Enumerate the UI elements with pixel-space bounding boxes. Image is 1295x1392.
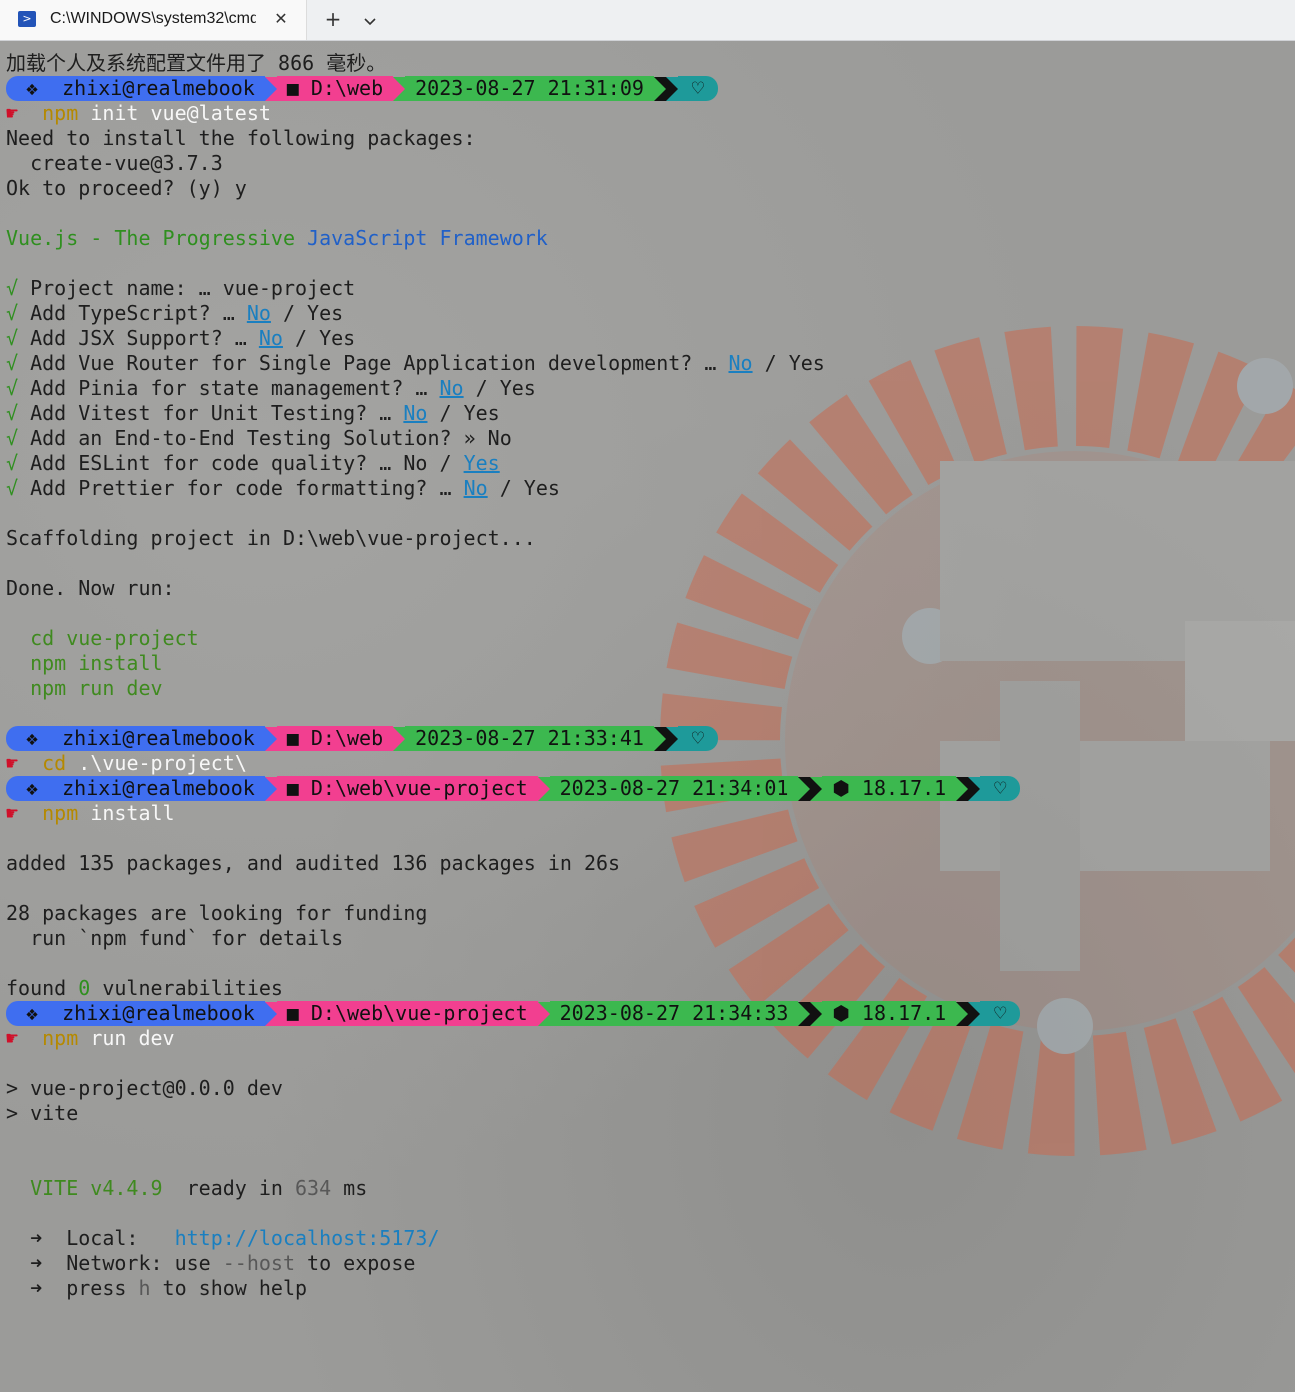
pointer-icon: ☛ [6,751,19,775]
network-line: ➜ Network: use --host to expose [6,1251,416,1275]
output-line: Scaffolding project in D:\web\vue-projec… [6,526,536,550]
prompt-node-segment: ⬢ 18.17.1 [822,1001,957,1026]
vite-ready-line: VITE v4.4.9 ready in 634 ms [6,1176,368,1200]
output-line: Done. Now run: [6,576,175,600]
close-tab-button[interactable]: ✕ [270,8,292,30]
question-line: √ Add JSX Support? … No / Yes [6,326,356,350]
folder-icon: ■ [286,776,311,800]
command-line: ☛ cd .\vue-project\ [6,751,247,775]
prompt-path-segment: ■ D:\web [276,76,394,101]
prompt-node-segment: ⬢ 18.17.1 [822,776,957,801]
local-url-line: ➜ Local: http://localhost:5173/ [6,1226,440,1250]
command-line: ☛ npm install [6,801,175,825]
nodejs-icon: ⬢ [832,1001,862,1025]
heart-icon: ♡ [677,76,718,101]
pointer-icon: ☛ [6,1026,19,1050]
next-step-line: npm run dev [6,676,163,700]
question-line: √ Add Vue Router for Single Page Applica… [6,351,825,375]
help-line: ➜ press h to show help [6,1276,308,1300]
folder-icon: ■ [286,726,311,750]
tab-dropdown-button[interactable] [358,9,382,33]
terminal-pane[interactable]: 加载个人及系统配置文件用了 866 毫秒。 ❖ zhixi@realmebook… [0,41,1295,1392]
vue-banner: Vue.js - The Progressive JavaScript Fram… [6,226,548,250]
folder-icon: ■ [286,76,311,100]
vulnerabilities-line: found 0 vulnerabilities [6,976,283,1000]
prompt-time-segment: 2023-08-27 21:34:33 [549,1001,799,1026]
new-tab-button[interactable]: + [320,8,346,32]
tab-title: C:\WINDOWS\system32\cmd.exe [50,10,256,27]
prompt-4: ❖ zhixi@realmebook ■ D:\web\vue-project … [6,1001,1286,1026]
prompt-time-segment: 2023-08-27 21:31:09 [405,76,654,101]
folder-icon: ■ [286,1001,311,1025]
prompt-user-segment: ❖ zhixi@realmebook [6,726,265,751]
pointer-icon: ☛ [6,101,19,125]
prompt-time-segment: 2023-08-27 21:33:41 [405,726,654,751]
command-line: ☛ npm run dev [6,1026,175,1050]
windows-icon: ❖ [26,76,63,100]
heart-icon: ♡ [980,776,1021,801]
question-line: √ Add Vitest for Unit Testing? … No / Ye… [6,401,500,425]
output-line: > vite [6,1101,79,1125]
prompt-2: ❖ zhixi@realmebook ■ D:\web 2023-08-27 2… [6,726,1286,751]
next-step-line: cd vue-project [6,626,199,650]
pointer-icon: ☛ [6,801,19,825]
nodejs-icon: ⬢ [832,776,862,800]
prompt-path-segment: ■ D:\web\vue-project [276,776,538,801]
terminal-tab[interactable]: > C:\WINDOWS\system32\cmd.exe ✕ [0,0,307,40]
prompt-user-segment: ❖ zhixi@realmebook [6,76,265,101]
next-step-line: npm install [6,651,163,675]
prompt-user-segment: ❖ zhixi@realmebook [6,1001,265,1026]
prompt-user-segment: ❖ zhixi@realmebook [6,776,265,801]
command-line: ☛ npm init vue@latest [6,101,271,125]
output-line: Need to install the following packages: [6,126,476,150]
output-line: 28 packages are looking for funding [6,901,428,925]
local-url-link[interactable]: http://localhost:5173/ [175,1226,440,1250]
question-line: √ Add ESLint for code quality? … No / Ye… [6,451,500,475]
output-line: Ok to proceed? (y) y [6,176,247,200]
question-line: √ Add an End-to-End Testing Solution? » … [6,426,512,450]
output-line: run `npm fund` for details [6,926,344,950]
prompt-path-segment: ■ D:\web [276,726,394,751]
question-line: √ Add Pinia for state management? … No /… [6,376,536,400]
prompt-3: ❖ zhixi@realmebook ■ D:\web\vue-project … [6,776,1286,801]
chevron-down-icon [364,18,376,26]
heart-icon: ♡ [677,726,718,751]
windows-icon: ❖ [26,776,63,800]
load-time-line: 加载个人及系统配置文件用了 866 毫秒。 [6,51,387,75]
output-line: create-vue@3.7.3 [6,151,223,175]
question-line: √ Project name: … vue-project [6,276,356,300]
heart-icon: ♡ [980,1001,1021,1026]
title-bar: > C:\WINDOWS\system32\cmd.exe ✕ + [0,0,1295,41]
prompt-1: ❖ zhixi@realmebook ■ D:\web 2023-08-27 2… [6,76,1286,101]
output-line: added 135 packages, and audited 136 pack… [6,851,621,875]
powershell-icon: > [18,11,36,27]
prompt-path-segment: ■ D:\web\vue-project [276,1001,538,1026]
question-line: √ Add Prettier for code formatting? … No… [6,476,560,500]
question-line: √ Add TypeScript? … No / Yes [6,301,344,325]
windows-icon: ❖ [26,726,63,750]
windows-icon: ❖ [26,1001,63,1025]
prompt-time-segment: 2023-08-27 21:34:01 [549,776,799,801]
output-line: > vue-project@0.0.0 dev [6,1076,283,1100]
